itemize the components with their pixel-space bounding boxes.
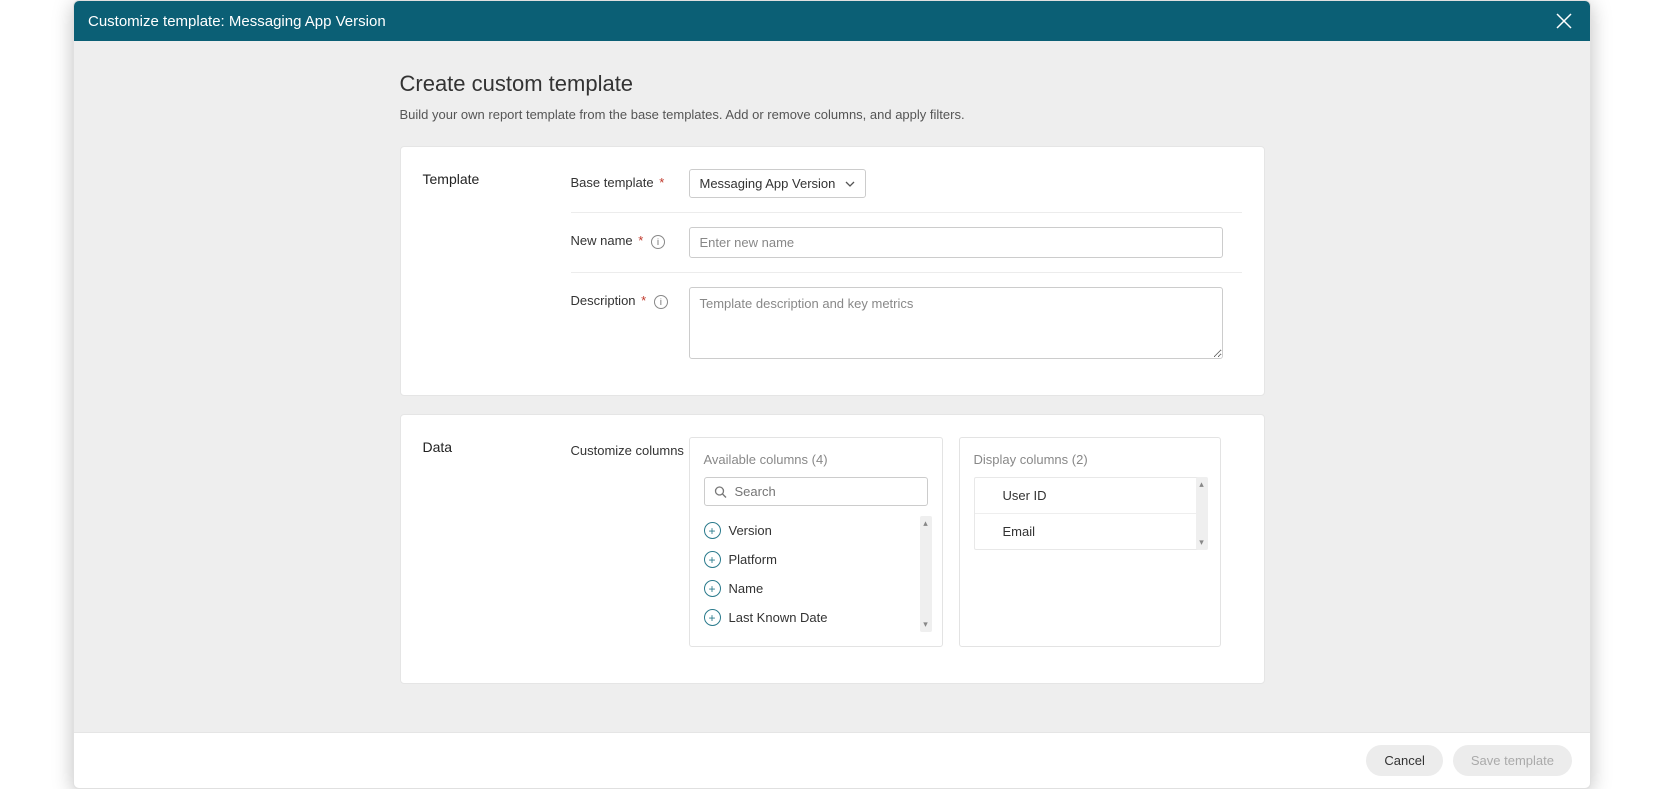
base-template-row: Base template * Messaging App Version <box>571 169 1242 212</box>
available-search-wrap <box>704 477 928 506</box>
info-icon[interactable]: i <box>651 235 665 249</box>
template-card: Template Base template * Messaging App V… <box>400 146 1265 396</box>
available-column-label: Platform <box>729 552 777 567</box>
description-label-text: Description <box>571 293 636 308</box>
close-button[interactable] <box>1552 9 1576 33</box>
base-template-select[interactable]: Messaging App Version <box>689 169 867 198</box>
data-card: Data Customize columns Available columns… <box>400 414 1265 684</box>
available-search-input[interactable] <box>704 477 928 506</box>
chevron-down-icon <box>845 179 855 189</box>
plus-circle-icon: + <box>704 580 721 597</box>
customize-columns-row: Customize columns Available columns (4) <box>571 437 1242 661</box>
display-scrollbar[interactable]: ▴ ▾ <box>1196 477 1208 550</box>
description-textarea[interactable] <box>689 287 1223 359</box>
new-name-label-text: New name <box>571 233 633 248</box>
info-icon[interactable]: i <box>654 295 668 309</box>
new-name-input[interactable] <box>689 227 1223 258</box>
available-column-item[interactable]: + Last Known Date <box>704 603 928 632</box>
modal-title: Customize template: Messaging App Versio… <box>88 13 386 30</box>
plus-circle-icon: + <box>704 522 721 539</box>
available-column-item[interactable]: + Version <box>704 516 928 545</box>
available-column-item[interactable]: + Platform <box>704 545 928 574</box>
available-column-item[interactable]: + Name <box>704 574 928 603</box>
available-columns-list: +Version+Platform+Name+Last Known Date ▴… <box>704 516 928 632</box>
new-name-label: New name * i <box>571 227 689 249</box>
customize-template-modal: Customize template: Messaging App Versio… <box>73 0 1591 789</box>
required-asterisk: * <box>638 233 643 248</box>
plus-circle-icon: + <box>704 551 721 568</box>
display-columns-title: Display columns (2) <box>974 452 1206 467</box>
modal-body: Create custom template Build your own re… <box>74 41 1590 732</box>
search-icon <box>714 485 727 498</box>
columns-wrap: Available columns (4) +Version+Pla <box>689 437 1221 647</box>
data-section-label: Data <box>423 437 571 661</box>
description-row: Description * i <box>571 272 1242 373</box>
required-asterisk: * <box>659 175 664 190</box>
available-columns-title: Available columns (4) <box>704 452 928 467</box>
base-template-value: Messaging App Version <box>700 176 836 191</box>
available-column-label: Version <box>729 523 772 538</box>
display-columns-box: Display columns (2) User IDEmail ▴ ▾ <box>959 437 1221 647</box>
template-section-label: Template <box>423 169 571 373</box>
modal-footer: Cancel Save template <box>74 732 1590 788</box>
customize-columns-label: Customize columns <box>571 437 689 458</box>
page-subtitle: Build your own report template from the … <box>400 107 1265 122</box>
available-column-label: Name <box>729 581 764 596</box>
display-column-item[interactable]: User ID <box>975 478 1205 513</box>
base-template-label: Base template * <box>571 169 689 190</box>
display-columns-list: User IDEmail <box>974 477 1206 550</box>
available-scrollbar[interactable]: ▴ ▾ <box>920 516 932 632</box>
modal-header: Customize template: Messaging App Versio… <box>74 1 1590 41</box>
page-title: Create custom template <box>400 71 1265 97</box>
display-column-item[interactable]: Email <box>975 513 1205 549</box>
close-icon <box>1555 12 1573 30</box>
description-label: Description * i <box>571 287 689 309</box>
new-name-row: New name * i <box>571 212 1242 272</box>
available-column-label: Last Known Date <box>729 610 828 625</box>
available-columns-box: Available columns (4) +Version+Pla <box>689 437 943 647</box>
save-template-button[interactable]: Save template <box>1453 745 1572 776</box>
required-asterisk: * <box>641 293 646 308</box>
cancel-button[interactable]: Cancel <box>1366 745 1442 776</box>
plus-circle-icon: + <box>704 609 721 626</box>
base-template-label-text: Base template <box>571 175 654 190</box>
